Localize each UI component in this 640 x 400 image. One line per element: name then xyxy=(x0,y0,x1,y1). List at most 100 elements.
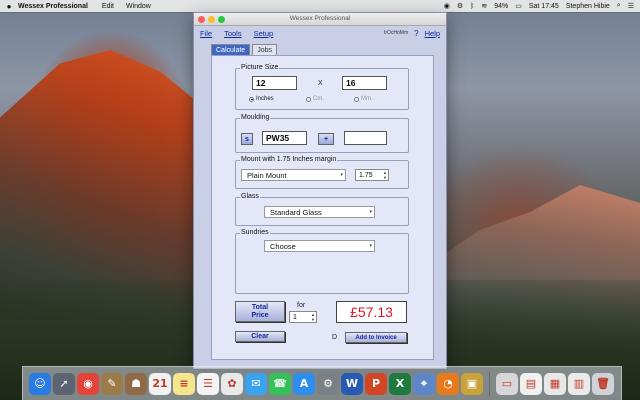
finder-icon[interactable]: ☺ xyxy=(29,372,51,395)
mount-margin-stepper[interactable]: 1.75 ▲ ▼ xyxy=(355,169,389,181)
battery-percent[interactable]: 94% xyxy=(494,3,508,10)
messages-icon[interactable]: ✉ xyxy=(245,372,267,395)
app-store-icon[interactable]: A xyxy=(293,372,315,395)
total-price-button[interactable]: Total Price xyxy=(235,301,285,322)
clock[interactable]: Sat 17:45 xyxy=(529,3,559,10)
menu-tools[interactable]: Tools xyxy=(224,29,242,38)
mount-type-select[interactable]: Plain Mount ▾ xyxy=(241,169,346,181)
search-icon[interactable]: ⌕ xyxy=(617,2,621,10)
picture-size-group: Picture Size 12 X 16 Inches Cm. Mm. xyxy=(235,64,409,110)
bluetooth-icon[interactable]: ᛒ xyxy=(470,3,474,10)
glass-group: Glass Standard Glass ▾ xyxy=(235,193,409,226)
notes-icon[interactable]: ≡ xyxy=(173,372,195,395)
list-icon[interactable]: ☰ xyxy=(628,2,634,10)
moulding-second-input[interactable] xyxy=(344,131,387,145)
menu-setup[interactable]: Setup xyxy=(254,29,274,38)
system-preferences-icon[interactable]: ⚙ xyxy=(317,372,339,395)
unit-cm-label: Cm. xyxy=(313,96,324,102)
sundries-value: Choose xyxy=(270,242,296,251)
maximize-icon[interactable] xyxy=(218,15,225,23)
radio-dot-icon xyxy=(249,96,254,102)
radio-dot-icon xyxy=(354,96,359,102)
documents-icon[interactable]: ▤ xyxy=(520,372,542,395)
close-icon[interactable] xyxy=(198,15,205,23)
excel-icon[interactable]: X xyxy=(389,372,411,395)
wessex-app-icon[interactable]: ▣ xyxy=(461,372,483,395)
drive-icon[interactable]: ▭ xyxy=(496,372,518,395)
moulding-group: Moulding s PW35 + xyxy=(235,114,409,153)
quantity-value: 1 xyxy=(293,314,297,321)
status-area: ◉ ⚙ ᛒ ≋ 94% ▭ Sat 17:45 Stephen Hibie ⌕ … xyxy=(444,2,640,10)
unit-mm-label: Mm. xyxy=(361,96,373,102)
clear-button[interactable]: Clear xyxy=(235,331,285,342)
moulding-code-input[interactable]: PW35 xyxy=(262,131,307,145)
app-menu-name[interactable]: Wessex Professional xyxy=(18,3,88,10)
quantity-stepper[interactable]: 1 ▲ ▼ xyxy=(289,311,317,323)
glass-title: Glass xyxy=(240,193,260,200)
quantity-for-label: for xyxy=(297,302,306,309)
unit-cm-radio[interactable]: Cm. xyxy=(306,96,324,102)
dock: ☺ ➚ ◉ ✎ ☗ 21 ≡ ☰ ✿ ✉ ☎ A ⚙ W P X ⌖ ◔ ▣ ▭ ▤ ▦ ▥ 🗑 xyxy=(22,366,622,400)
photos-icon[interactable]: ✿ xyxy=(221,372,243,395)
language-selector[interactable]: IrOcHoMm xyxy=(384,30,408,36)
apple-icon[interactable]: ● xyxy=(0,2,18,11)
reminders-icon[interactable]: ☰ xyxy=(197,372,219,395)
powerpoint-icon[interactable]: P xyxy=(365,372,387,395)
record-icon[interactable]: ◉ xyxy=(444,2,450,10)
invoice-marker: D xyxy=(332,334,338,341)
moulding-add-button[interactable]: + xyxy=(318,133,334,145)
picture-width-input[interactable]: 12 xyxy=(252,76,297,90)
window-titlebar[interactable]: Wessex Professional xyxy=(194,13,446,26)
chevron-down-icon: ▾ xyxy=(340,172,343,178)
minimize-icon[interactable] xyxy=(208,15,215,23)
system-menubar: ● Wessex Professional Edit Window ◉ ⚙ ᛒ … xyxy=(0,0,640,12)
add-to-invoice-button[interactable]: Add to Invoice xyxy=(345,332,407,343)
word-icon[interactable]: W xyxy=(341,372,363,395)
contacts-icon[interactable]: ☗ xyxy=(125,372,147,395)
trash-icon[interactable]: 🗑 xyxy=(592,372,614,395)
app-menubar: File Tools Setup IrOcHoMm ? Help xyxy=(194,26,446,40)
unit-inches-label: Inches xyxy=(256,96,274,102)
notefile-icon[interactable]: ✎ xyxy=(101,372,123,395)
battery-icon[interactable]: ▭ xyxy=(515,2,522,10)
facetime-icon[interactable]: ☎ xyxy=(269,372,291,395)
chevron-down-icon: ▾ xyxy=(369,209,372,215)
menu-window[interactable]: Window xyxy=(126,3,151,10)
moulding-search-button[interactable]: s xyxy=(241,133,253,145)
wifi-icon[interactable]: ≋ xyxy=(481,2,487,10)
preview-icon[interactable]: ⌖ xyxy=(413,372,435,395)
size-separator: X xyxy=(318,80,323,87)
total-price-label-1: Total xyxy=(251,304,269,311)
stepper-arrows-icon[interactable]: ▲ ▼ xyxy=(311,312,315,322)
total-price-display: £57.13 xyxy=(336,301,407,323)
sundries-select[interactable]: Choose ▾ xyxy=(264,240,375,252)
mount-title: Mount with 1.75 Inches margin xyxy=(240,156,338,163)
unit-mm-radio[interactable]: Mm. xyxy=(354,96,373,102)
firefox-icon[interactable]: ◔ xyxy=(437,372,459,395)
moulding-title: Moulding xyxy=(240,114,271,121)
user-name[interactable]: Stephen Hibie xyxy=(566,3,610,10)
menu-help[interactable]: Help xyxy=(425,29,440,38)
menu-file[interactable]: File xyxy=(200,29,212,38)
calendar-icon[interactable]: 21 xyxy=(149,372,171,395)
picture-size-title: Picture Size xyxy=(240,64,280,71)
screenshot-icon[interactable]: ▦ xyxy=(544,372,566,395)
calculate-panel: Picture Size 12 X 16 Inches Cm. Mm. Moul… xyxy=(211,55,434,360)
picture-height-input[interactable]: 16 xyxy=(342,76,387,90)
sundries-group: Sundries Choose ▾ xyxy=(235,229,409,294)
total-price-label-2: Price xyxy=(251,312,269,319)
sundries-title: Sundries xyxy=(240,229,270,236)
downloads-icon[interactable]: ▥ xyxy=(568,372,590,395)
glass-type-select[interactable]: Standard Glass ▾ xyxy=(264,206,375,218)
gear-icon[interactable]: ⚙ xyxy=(457,2,463,10)
glass-type-value: Standard Glass xyxy=(270,208,322,217)
chrome-icon[interactable]: ◉ xyxy=(77,372,99,395)
dock-separator xyxy=(489,371,490,396)
unit-inches-radio[interactable]: Inches xyxy=(249,96,274,102)
help-icon[interactable]: ? xyxy=(414,29,418,38)
launchpad-icon[interactable]: ➚ xyxy=(53,372,75,395)
window-controls xyxy=(198,15,225,23)
mount-group: Mount with 1.75 Inches margin Plain Moun… xyxy=(235,156,409,189)
stepper-arrows-icon[interactable]: ▲ ▼ xyxy=(383,170,387,180)
menu-edit[interactable]: Edit xyxy=(102,3,114,10)
